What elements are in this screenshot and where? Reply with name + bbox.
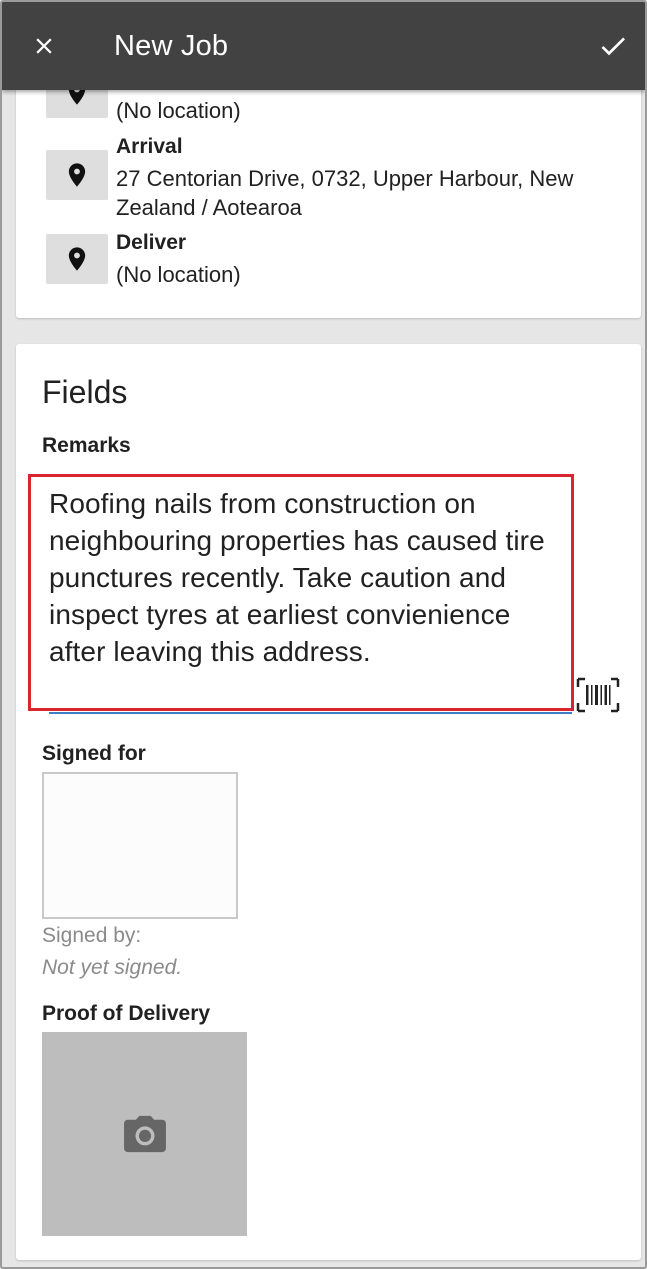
confirm-button[interactable] bbox=[593, 26, 633, 66]
check-icon bbox=[601, 37, 625, 56]
barcode-scan-icon bbox=[576, 677, 620, 713]
signature-pad[interactable] bbox=[42, 772, 238, 919]
remarks-label: Remarks bbox=[42, 434, 131, 457]
app-frame: New Job (No location) Arrival 27 Centori… bbox=[0, 0, 647, 1269]
signed-by-label: Signed by: bbox=[42, 924, 142, 947]
location-pin-icon bbox=[68, 247, 86, 271]
barcode-scan-button[interactable] bbox=[576, 677, 620, 713]
page-title: New Job bbox=[114, 30, 229, 62]
location-pin-icon bbox=[68, 163, 86, 187]
location-row-deliver: Deliver (No location) bbox=[46, 228, 616, 298]
remarks-underline bbox=[49, 712, 572, 714]
location-pin-button-deliver[interactable] bbox=[46, 234, 108, 284]
location-value-first: (No location) bbox=[116, 98, 241, 123]
location-value-deliver: (No location) bbox=[116, 262, 241, 287]
close-button[interactable] bbox=[24, 26, 64, 66]
location-label-arrival: Arrival bbox=[116, 135, 183, 158]
proof-of-delivery-label: Proof of Delivery bbox=[42, 1002, 211, 1025]
close-icon bbox=[36, 38, 52, 54]
location-pin-button-arrival[interactable] bbox=[46, 150, 108, 200]
camera-icon bbox=[123, 1115, 166, 1153]
locations-card: (No location) Arrival 27 Centorian Drive… bbox=[16, 62, 641, 318]
app-bar: New Job bbox=[2, 2, 645, 90]
location-value-arrival: 27 Centorian Drive, 0732, Upper Harbour,… bbox=[116, 166, 574, 220]
location-label-deliver: Deliver bbox=[116, 231, 187, 254]
proof-of-delivery-photo-button[interactable] bbox=[42, 1032, 247, 1236]
location-row-arrival: Arrival 27 Centorian Drive, 0732, Upper … bbox=[46, 132, 616, 224]
signed-for-label: Signed for bbox=[42, 742, 146, 765]
fields-heading: Fields bbox=[42, 374, 128, 410]
signature-status: Not yet signed. bbox=[42, 956, 183, 979]
remarks-input[interactable]: Roofing nails from construction on neigh… bbox=[49, 485, 569, 670]
fields-card: Fields Remarks Roofing nails from constr… bbox=[16, 344, 641, 1260]
remarks-highlight: Roofing nails from construction on neigh… bbox=[28, 474, 574, 711]
